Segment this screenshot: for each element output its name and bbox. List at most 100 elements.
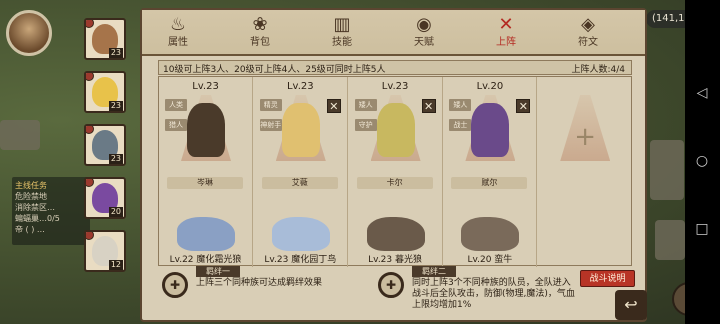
- hero-portrait[interactable]: 23: [84, 124, 126, 166]
- tab-bag[interactable]: ❀ 背包: [230, 12, 290, 54]
- pet-name: Lv.23 魔化园丁鸟: [264, 255, 337, 265]
- tab-bar: ♨ 属性 ❀ 背包 ▥ 技能 ◉ 天赋 ✕ 上阵 ◈ 符文: [142, 10, 645, 56]
- formation-count: 上阵人数:4/4: [571, 65, 625, 75]
- hero-portrait[interactable]: 23: [84, 71, 126, 113]
- bond-emblem-icon: [378, 272, 404, 298]
- tab-label: 天赋: [414, 37, 434, 48]
- tab-flame[interactable]: ♨ 属性: [148, 12, 208, 54]
- bond-emblem-icon: [162, 272, 188, 298]
- bond-description-line: 同时上阵3个不同种族的队员，全队进入: [412, 278, 571, 288]
- team-panel: ♨ 属性 ❀ 背包 ▥ 技能 ◉ 天赋 ✕ 上阵 ◈ 符文 10级可上阵3人、20级可上阵4人、25级…: [140, 8, 647, 322]
- portrait-badge-icon: [86, 232, 94, 240]
- formation-slots: Lv.23 人类 猎人 岑琳 Lv.22 魔化霜光狼 Lv.23 精灵 神射手 ✕ 艾薇 Lv.23…: [158, 76, 632, 267]
- tab-label: 符文: [578, 37, 598, 48]
- portrait-badge-icon: [86, 73, 94, 81]
- bond-description-line: 战斗后全队攻击，防御(物理,魔法)，气血: [412, 289, 575, 299]
- bond-description: 上阵三个同种族可达成羁绊效果: [196, 278, 323, 288]
- nav-back-icon[interactable]: ◁: [693, 84, 711, 102]
- rune-icon: ◈: [581, 14, 595, 35]
- empty-formation-slot[interactable]: +: [538, 77, 632, 267]
- tab-crossed-swords[interactable]: ✕ 上阵: [476, 12, 536, 54]
- formation-rule-text: 10级可上阵3人、20级可上阵4人、25级可同时上阵5人: [163, 65, 386, 75]
- crossed-swords-icon: ✕: [498, 14, 514, 35]
- hero-level: 23: [108, 48, 123, 58]
- hero-level: 20: [108, 207, 123, 217]
- remove-hero-button[interactable]: ✕: [421, 99, 436, 113]
- hero-tag: 矮人: [354, 99, 377, 111]
- bond-title: 羁绊一: [196, 266, 240, 277]
- formation-slot[interactable]: Lv.23 人类猎人岑琳 Lv.22 魔化霜光狼: [159, 77, 253, 267]
- quest-line: 帝 ( ) …: [15, 225, 45, 234]
- quest-line: 消除禁区…: [15, 203, 55, 212]
- back-button[interactable]: ↩: [615, 290, 647, 320]
- world-rock: [0, 120, 40, 150]
- hero-level: Lv.23: [192, 81, 219, 92]
- formation-slot[interactable]: Lv.20 矮人 战士 ✕ 赋尔 Lv.20 蛮牛: [443, 77, 538, 267]
- hero-tag: 守护: [354, 119, 377, 131]
- bond-two: 羁绊二 同时上阵3个不同种族的队员，全队进入 战斗后全队攻击，防御(物理,魔法)…: [374, 266, 584, 314]
- pet-figure[interactable]: [366, 217, 425, 251]
- hero-level: 23: [108, 101, 123, 111]
- hero-tag: 神射手: [259, 119, 282, 131]
- hero-level: Lv.20: [476, 81, 504, 92]
- bag-icon: ❀: [252, 14, 268, 35]
- formation-info-bar: 10级可上阵3人、20级可上阵4人、25级可同时上阵5人 上阵人数:4/4: [158, 60, 632, 75]
- pet-figure[interactable]: [271, 217, 330, 251]
- portrait-badge-icon: [86, 179, 94, 187]
- formation-slot[interactable]: Lv.23 矮人守护 ✕ 卡尔 Lv.23 暮光狼: [349, 77, 443, 267]
- bond-description: 同时上阵3个不同种族的队员，全队进入 战斗后全队攻击，防御(物理,魔法)，气血 …: [412, 278, 575, 311]
- pet-name: Lv.22 魔化霜光狼: [169, 255, 242, 265]
- hero-level: Lv.23: [381, 81, 409, 92]
- hero-figure[interactable]: [281, 103, 320, 157]
- hero-level: 23: [108, 154, 123, 164]
- pet-figure[interactable]: [461, 217, 520, 251]
- world-rock: [650, 140, 684, 200]
- tab-book[interactable]: ▥ 技能: [312, 12, 372, 54]
- hero-level: Lv.23: [286, 81, 314, 92]
- hero-portrait[interactable]: 23: [84, 18, 126, 60]
- hero-tag: 人类: [165, 99, 187, 111]
- quest-title: 主线任务: [15, 181, 47, 190]
- book-icon: ▥: [333, 14, 351, 35]
- bond-title: 羁绊二: [412, 266, 456, 277]
- bond-one: 羁绊一 上阵三个同种族可达成羁绊效果: [158, 266, 358, 314]
- quest-line: 蝙蝠巢…0/5: [15, 214, 60, 223]
- portrait-badge-icon: [86, 126, 94, 134]
- formation-slot[interactable]: Lv.23 精灵神射手 ✕ 艾薇 Lv.23 魔化园丁鸟: [254, 77, 348, 267]
- pet-name: Lv.20 蛮牛: [467, 255, 513, 265]
- add-hero-icon[interactable]: +: [568, 117, 602, 157]
- tab-label: 属性: [168, 37, 188, 48]
- hero-name: 艾薇: [261, 177, 338, 189]
- pet-figure[interactable]: [177, 217, 235, 251]
- hero-tag: 战士: [449, 119, 472, 131]
- pet-name: Lv.23 暮光狼: [368, 255, 422, 265]
- eye-icon: ◉: [416, 14, 432, 35]
- hero-name: 卡尔: [356, 177, 433, 189]
- hero-portrait[interactable]: 20: [84, 177, 126, 219]
- hero-figure[interactable]: [471, 103, 510, 157]
- battle-info-button[interactable]: 战斗说明: [580, 270, 635, 287]
- flame-icon: ♨: [169, 14, 187, 35]
- nav-recent-icon[interactable]: □: [693, 220, 711, 238]
- hero-tag: 精灵: [259, 99, 282, 111]
- bond-description-line: 上限均增加1%: [412, 300, 472, 310]
- hero-figure[interactable]: [187, 103, 225, 157]
- tab-label: 背包: [250, 37, 270, 48]
- tab-rune[interactable]: ◈ 符文: [558, 12, 618, 54]
- tab-label: 技能: [332, 37, 352, 48]
- hero-name: 赋尔: [451, 177, 528, 189]
- tab-label: 上阵: [496, 37, 516, 48]
- world-rock: [655, 220, 685, 260]
- hero-name: 岑琳: [167, 177, 243, 189]
- tab-eye[interactable]: ◉ 天赋: [394, 12, 454, 54]
- hero-figure[interactable]: [376, 103, 415, 157]
- system-nav-bar: ◁ ○ □: [685, 0, 720, 324]
- nav-home-icon[interactable]: ○: [693, 152, 711, 170]
- hero-tag: 猎人: [165, 119, 187, 131]
- hero-portrait[interactable]: 12: [84, 230, 126, 272]
- remove-hero-button[interactable]: ✕: [326, 99, 341, 113]
- quest-tracker[interactable]: 主线任务 危险禁地 消除禁区… 蝙蝠巢…0/5 帝 ( ) …: [12, 177, 90, 245]
- hero-level: 12: [108, 260, 123, 270]
- player-avatar[interactable]: [6, 10, 52, 56]
- remove-hero-button[interactable]: ✕: [516, 99, 531, 113]
